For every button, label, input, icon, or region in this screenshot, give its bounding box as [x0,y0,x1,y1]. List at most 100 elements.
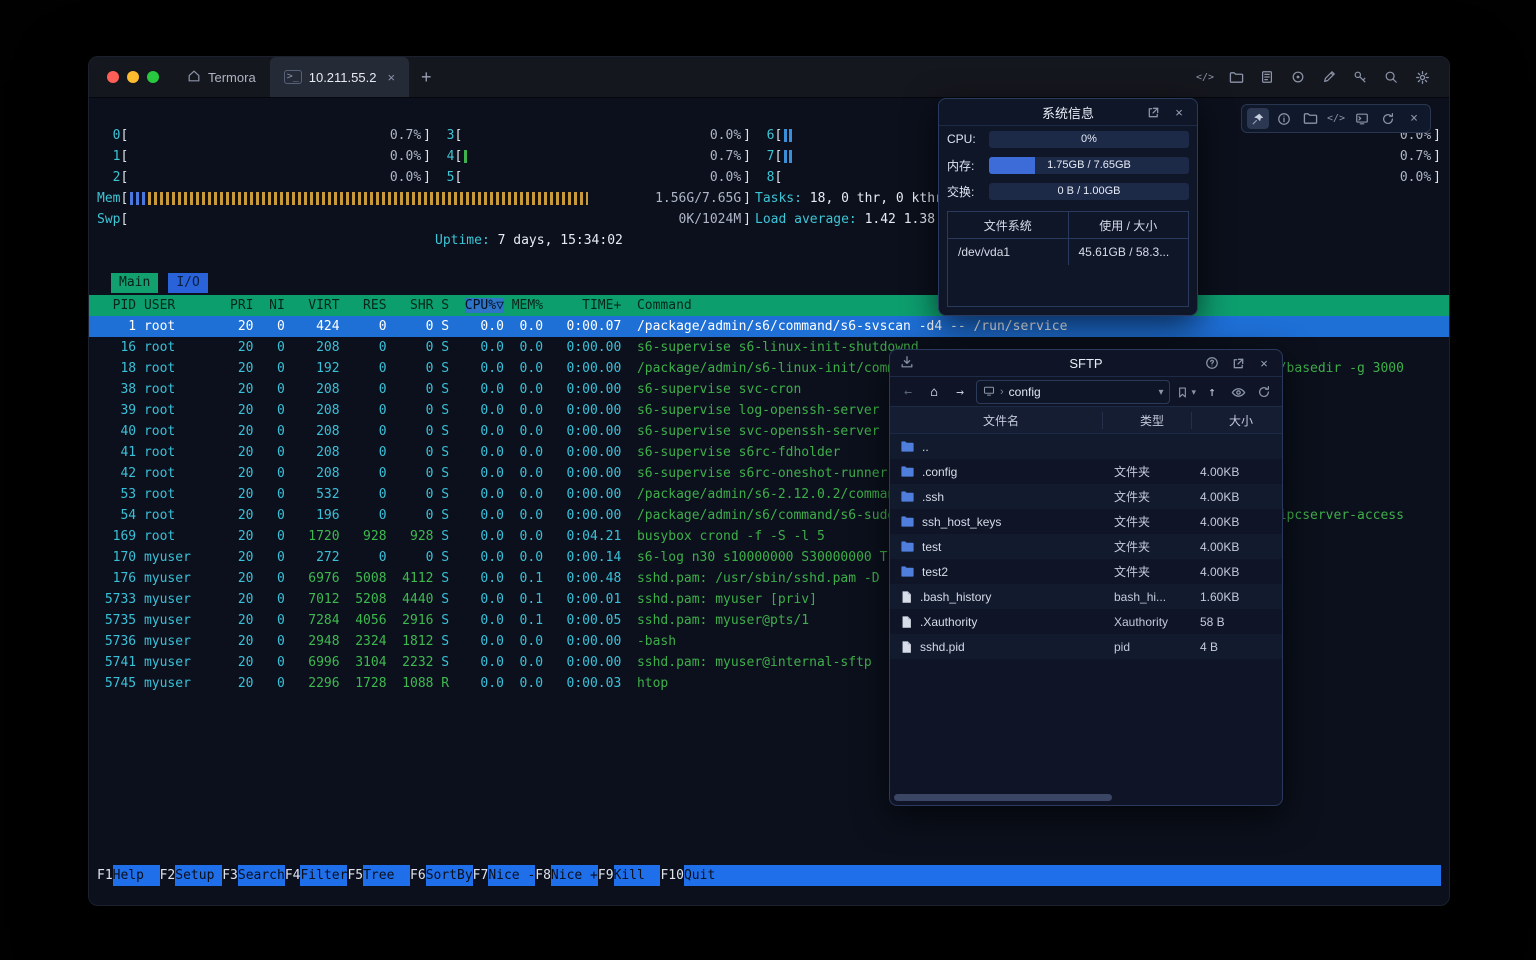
path-breadcrumb[interactable]: › config ▾ [976,380,1170,404]
column-header-mem[interactable]: MEM% [504,295,543,316]
file-row[interactable]: .bash_historybash_hi...1.60KB [890,584,1282,609]
close-window-button[interactable] [107,71,119,83]
fkey-action-nice[interactable]: Nice + [551,865,598,886]
folder-icon: .. [890,439,1104,454]
transfers-download-icon[interactable] [900,355,914,372]
file-column-2[interactable]: 大小 [1191,412,1282,429]
bookmarks-button[interactable]: ▾ [1176,386,1196,399]
tab-label: 10.211.55.2 [309,70,377,85]
column-header-pid[interactable]: PID [97,295,136,316]
folder-icon: test [890,539,1104,554]
file-row[interactable]: .. [890,434,1282,459]
forward-button[interactable]: → [950,382,970,402]
fkey-f10: F10 [660,865,683,886]
filesystem-table: 文件系统使用 / 大小/dev/vda145.61GB / 58.3... [947,211,1189,307]
code-icon[interactable]: </> [1325,108,1347,129]
close-icon[interactable]: × [1403,108,1425,129]
sftp-header: SFTP × [890,350,1282,377]
fkey-action-tree[interactable]: Tree [363,865,410,886]
file-row[interactable]: sshd.pidpid4 B [890,634,1282,659]
system-info-gauges: CPU:0%内存:1.75GB / 7.65GB交换:0 B / 1.00GB [939,126,1197,204]
fkey-action-kill[interactable]: Kill [614,865,661,886]
file-row[interactable]: .XauthorityXauthority58 B [890,609,1282,634]
close-tab-icon[interactable]: × [387,70,395,85]
horizontal-scrollbar[interactable] [894,794,1112,801]
search-icon[interactable] [1382,68,1400,86]
refresh-button[interactable] [1254,382,1274,402]
htop-tab-i/o[interactable]: I/O [168,273,207,293]
fkey-f4: F4 [285,865,301,886]
column-header-res[interactable]: RES [340,295,387,316]
path-dropdown-icon[interactable]: ▾ [1158,387,1163,398]
fkey-action-search[interactable]: Search [238,865,285,886]
column-header-s[interactable]: S [433,295,449,316]
minimize-window-button[interactable] [127,71,139,83]
file-list-header: 文件名类型大小 [890,406,1282,434]
open-in-window-icon[interactable] [1230,355,1246,371]
folder-icon[interactable] [1299,108,1321,129]
tab-termora-home[interactable]: Termora [173,57,270,97]
close-sftp-icon[interactable]: × [1256,355,1272,371]
bookmarks-dropdown-icon[interactable]: ▾ [1191,387,1196,398]
info-icon[interactable] [1273,108,1295,129]
file-row[interactable]: .ssh文件夹4.00KB [890,484,1282,509]
file-column-0[interactable]: 文件名 [890,412,1102,429]
fkey-action-sortby[interactable]: SortBy [426,865,473,886]
system-info-header: 系统信息 × [939,99,1197,126]
help-icon[interactable] [1204,355,1220,371]
refresh-icon[interactable] [1377,108,1399,129]
home-button[interactable]: ⌂ [924,382,944,402]
record-icon[interactable] [1289,68,1307,86]
file-column-1[interactable]: 类型 [1102,412,1191,429]
htop-screen-tabs: Main I/O [111,273,1449,293]
code-icon[interactable]: </> [1196,68,1214,86]
file-icon: sshd.pid [890,640,1104,654]
fkey-action-quit[interactable]: Quit [684,865,731,886]
zoom-window-button[interactable] [147,71,159,83]
open-in-window-icon[interactable] [1145,104,1161,120]
fkey-f3: F3 [222,865,238,886]
file-row[interactable]: test2文件夹4.00KB [890,559,1282,584]
terminal-icon: >_ [284,70,302,84]
fs-column-使用 / 大小: 使用 / 大小 [1068,212,1189,238]
title-bar: Termora >_ 10.211.55.2 × + </> [89,57,1449,98]
parent-directory-button[interactable]: ↑ [1202,382,1222,402]
folder-icon[interactable] [1227,68,1245,86]
new-tab-button[interactable]: + [409,67,444,88]
column-header-ni[interactable]: NI [254,295,285,316]
fkey-action-filter[interactable]: Filter [300,865,347,886]
column-header-user[interactable]: USER [144,295,222,316]
column-header-virt[interactable]: VIRT [285,295,340,316]
column-header-time[interactable]: TIME+ [543,295,621,316]
pin-icon[interactable] [1247,108,1269,129]
fkey-f8: F8 [535,865,551,886]
uptime-line: Uptime: 7 days, 15:34:02 [431,230,751,251]
process-row[interactable]: 1root20042400S0.00.00:00.07/package/admi… [89,316,1449,337]
edit-icon[interactable] [1320,68,1338,86]
file-row[interactable]: ssh_host_keys文件夹4.00KB [890,509,1282,534]
column-header-cpu[interactable]: CPU%▽ [449,295,504,316]
fkey-action-setup[interactable]: Setup [175,865,222,886]
journal-icon[interactable] [1258,68,1276,86]
folder-icon: .config [890,464,1104,479]
show-hidden-files-button[interactable] [1228,382,1248,402]
settings-icon[interactable] [1413,68,1431,86]
folder-icon: test2 [890,564,1104,579]
column-header-pri[interactable]: PRI [222,295,253,316]
breadcrumb-separator: › [1000,386,1004,398]
htop-tab-main[interactable]: Main [111,273,158,293]
tab-host-10-211-55-2[interactable]: >_ 10.211.55.2 × [270,57,409,97]
file-list: 文件名类型大小...config文件夹4.00KB.ssh文件夹4.00KBss… [890,406,1282,791]
close-panel-icon[interactable]: × [1171,104,1187,120]
terminal-icon[interactable] [1351,108,1373,129]
meter-spacer [97,230,431,251]
file-icon: .bash_history [890,590,1104,604]
file-row[interactable]: .config文件夹4.00KB [890,459,1282,484]
column-header-shr[interactable]: SHR [387,295,434,316]
fkey-action-nice[interactable]: Nice - [488,865,535,886]
current-folder[interactable]: config [1009,385,1041,399]
file-row[interactable]: test文件夹4.00KB [890,534,1282,559]
fkey-action-help[interactable]: Help [113,865,160,886]
key-icon[interactable] [1351,68,1369,86]
back-button[interactable]: ← [898,382,918,402]
